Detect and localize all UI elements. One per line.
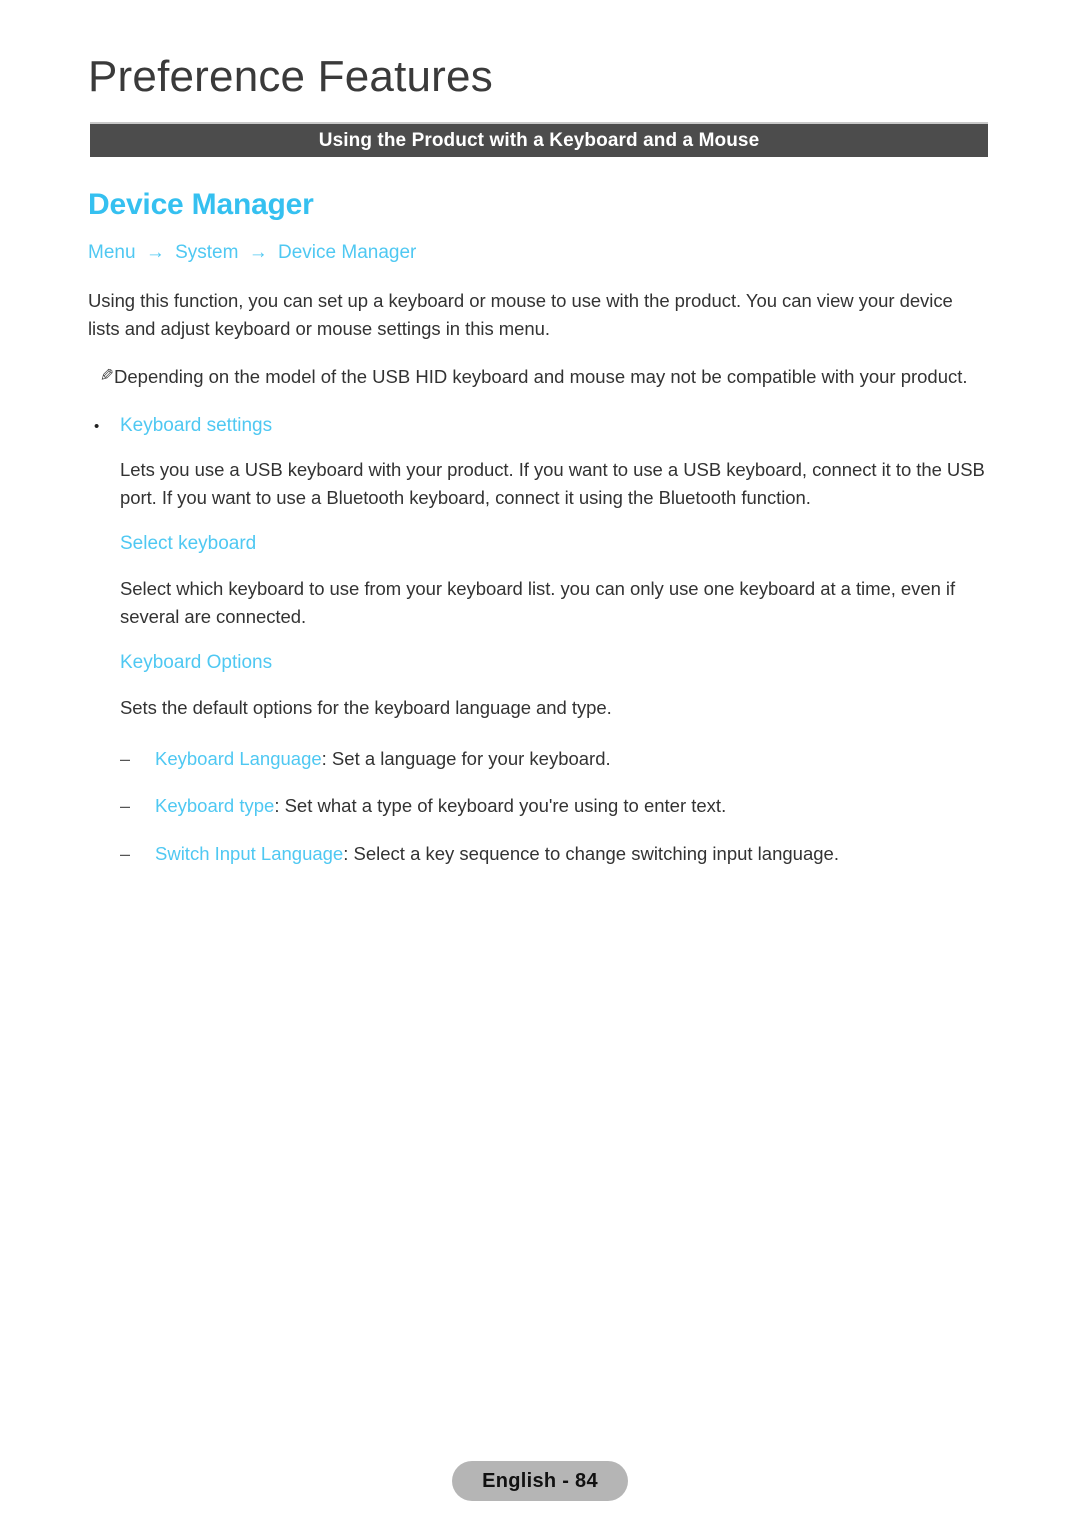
keyboard-settings-description: Lets you use a USB keyboard with your pr…: [120, 459, 985, 509]
note-text: Depending on the model of the USB HID ke…: [114, 366, 968, 388]
list-item: – Keyboard type: Set what a type of keyb…: [120, 793, 988, 819]
section-banner: Using the Product with a Keyboard and a …: [90, 122, 988, 157]
list-item: – Switch Input Language: Select a key se…: [120, 841, 988, 867]
list-item-text: Keyboard type: Set what a type of keyboa…: [155, 793, 988, 819]
bullet-body-block: Lets you use a USB keyboard with your pr…: [120, 456, 988, 866]
option-description: : Set what a type of keyboard you're usi…: [274, 795, 727, 817]
bullet-label: Keyboard settings: [120, 414, 273, 436]
subsection-heading-select-keyboard: Select keyboard: [120, 533, 257, 555]
option-term: Keyboard type: [155, 795, 275, 817]
breadcrumb-item-system[interactable]: System: [175, 242, 238, 263]
pencil-note-icon: ✎: [99, 366, 114, 386]
bullet-dot-icon: •: [94, 417, 100, 435]
page-number-label: English - 84: [482, 1470, 598, 1492]
breadcrumb-arrow-icon: →: [145, 241, 165, 263]
dash-marker-icon: –: [120, 796, 131, 817]
option-description: : Select a key sequence to change switch…: [343, 842, 839, 864]
subsection-heading-keyboard-options: Keyboard Options: [120, 652, 273, 674]
page-footer-badge: English - 84: [452, 1461, 628, 1501]
note-block: ✎ Depending on the model of the USB HID …: [88, 363, 988, 391]
article-content: Device Manager Menu → System → Device Ma…: [88, 188, 988, 888]
breadcrumb-item-menu[interactable]: Menu: [88, 242, 136, 263]
chapter-title: Preference Features: [88, 52, 493, 101]
dash-marker-icon: –: [120, 749, 131, 770]
keyboard-options-list: – Keyboard Language: Set a language for …: [120, 746, 988, 867]
keyboard-options-description: Sets the default options for the keyboar…: [120, 697, 612, 719]
option-term: Switch Input Language: [155, 842, 344, 864]
breadcrumb: Menu → System → Device Manager: [88, 241, 988, 266]
dash-marker-icon: –: [120, 843, 131, 864]
section-banner-title: Using the Product with a Keyboard and a …: [318, 130, 760, 151]
intro-paragraph: Using this function, you can set up a ke…: [88, 290, 953, 340]
list-item-text: Switch Input Language: Select a key sequ…: [155, 841, 988, 867]
breadcrumb-item-device-manager[interactable]: Device Manager: [278, 242, 416, 263]
option-description: : Set a language for your keyboard.: [321, 748, 611, 770]
select-keyboard-description: Select which keyboard to use from your k…: [120, 578, 956, 628]
bullet-heading-keyboard-settings: • Keyboard settings: [88, 414, 988, 439]
page-title: Device Manager: [88, 188, 314, 221]
list-item: – Keyboard Language: Set a language for …: [120, 746, 988, 772]
list-item-text: Keyboard Language: Set a language for yo…: [155, 746, 988, 772]
option-term: Keyboard Language: [155, 748, 322, 770]
manual-page: Preference Features Using the Product wi…: [0, 0, 1080, 1534]
breadcrumb-arrow-icon: →: [248, 241, 268, 263]
